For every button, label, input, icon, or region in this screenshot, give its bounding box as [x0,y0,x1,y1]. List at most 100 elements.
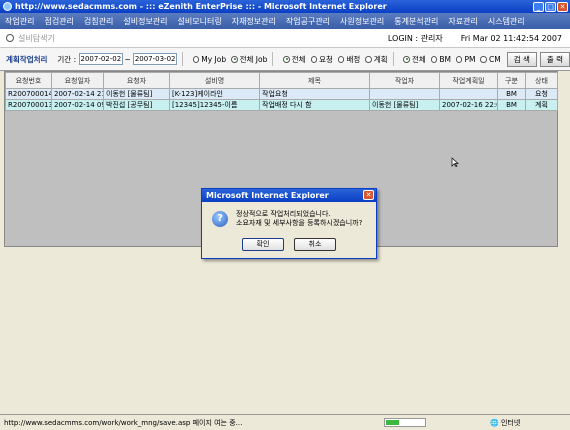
internet-zone: 🌐 인터넷 [486,418,570,428]
cancel-button[interactable]: 취소 [294,238,336,251]
print-button[interactable]: 출 력 [539,51,570,67]
status-url: http://www.sedacmms.com/work/work_mng/sa… [4,418,243,427]
menu-item[interactable]: 통계분석관리 [389,16,443,27]
radio-status-assign[interactable] [337,55,345,63]
table-cell: BM [497,88,526,100]
maximize-icon[interactable]: □ [545,1,556,12]
menu-item[interactable]: 자료관리 [443,16,482,27]
menu-item[interactable]: 점검관리 [39,16,78,27]
equipment-explorer-input[interactable]: 설비탐색기 [18,33,388,44]
column-header[interactable]: 작업계획일 [439,72,498,89]
table-cell: 계획 [525,99,558,111]
dialog-title: Microsoft Internet Explorer ✕ [202,189,376,202]
column-header[interactable]: 상태 [525,72,558,89]
dialog-message-line: 정상적으로 작업처리되었습니다. [236,210,331,218]
menu-item[interactable]: 설비정보관리 [118,16,172,27]
table-cell: 이동헌 [물류팀] [369,99,440,111]
ok-button[interactable]: 확인 [242,238,284,251]
radio-type-cm[interactable] [480,55,487,63]
loading-progress [384,418,426,427]
status-bar: http://www.sedacmms.com/work/work_mng/sa… [0,414,570,430]
search-row: 설비탐색기 LOGIN : 관리자 Fri Mar 02 11:42:54 20… [0,29,570,48]
radio-label: 전체 Job [239,54,268,64]
date-to-input[interactable]: 2007-03-02 [132,53,177,65]
login-info: LOGIN : 관리자 [387,33,443,43]
dialog-message: 정상적으로 작업처리되었습니다. 소요자재 및 세부사항을 등록하시겠습니까? [236,210,362,228]
page-title[interactable]: 계획작업처리 [6,54,47,65]
search-icon[interactable] [6,34,14,42]
radio-label: 배정 [346,54,361,64]
radio-type-bm[interactable] [430,55,438,63]
window-titlebar: http://www.sedacmms.com - ::: eZenith En… [0,0,570,13]
minimize-icon[interactable]: _ [533,1,544,12]
menu-item[interactable]: 시스템관리 [483,16,530,27]
table-cell: 요청 [525,88,558,100]
window-controls: _ □ ✕ [533,1,568,12]
globe-icon: 🌐 [490,418,499,427]
table-cell [439,88,498,100]
table-cell: 박진섭 [공무팀] [103,99,170,111]
zone-label: 인터넷 [500,418,521,427]
divider [272,52,274,66]
column-header[interactable]: 요청번호 [5,72,52,89]
filter-bar: 계획작업처리 기간 : 2007-02-02 ~ 2007-03-02 My J… [0,48,570,71]
mouse-cursor-icon [451,157,459,167]
close-icon[interactable]: ✕ [363,190,374,200]
column-header[interactable]: 요청일자 [51,72,104,89]
radio-all-job[interactable] [231,55,238,63]
window-title: http://www.sedacmms.com - ::: eZenith En… [15,2,387,11]
menu-item[interactable]: 사원정보관리 [335,16,389,27]
current-datetime: Fri Mar 02 11:42:54 2007 [460,33,562,43]
radio-status-all[interactable] [283,55,290,63]
search-button[interactable]: 검 색 [506,51,537,67]
table-cell [369,88,440,100]
radio-label: BM [439,54,451,64]
dialog-title-text: Microsoft Internet Explorer [206,191,329,200]
radio-status-request[interactable] [310,55,318,63]
column-header[interactable]: 설비명 [169,72,260,89]
table-header: 요청번호 요청일자 요청자 설비명 제목 작업자 작업계획일 구분 상태 [5,72,558,89]
radio-type-pm[interactable] [455,55,463,63]
table-cell: 작업배정 다시 함 [259,99,370,111]
menu-item[interactable]: 설비모니터링 [173,16,227,27]
period-label: 기간 : [57,54,77,64]
radio-label: 요청 [319,54,333,64]
menu-item[interactable]: 자재정보관리 [227,16,281,27]
column-header[interactable]: 제목 [259,72,370,89]
menu-bar: 작업관리 점검관리 검침관리 설비정보관리 설비모니터링 자재정보관리 작업공구… [0,13,570,29]
column-header[interactable]: 구분 [497,72,526,89]
table-cell: 2007-02-14 09:52 [51,99,104,111]
radio-label: 계획 [373,54,388,64]
radio-label: My Job [201,54,227,64]
table-cell: 2007-02-16 22:00 [439,99,498,111]
table-row[interactable]: R200700014 2007-02-14 21:29 이동헌 [물류팀] [K… [5,88,558,100]
table-row[interactable]: R200700013 2007-02-14 09:52 박진섭 [공무팀] [1… [5,99,558,111]
table-cell: 작업요청 [259,88,370,100]
table-cell: 이동헌 [물류팀] [103,88,170,100]
radio-my-job[interactable] [192,55,200,63]
close-icon[interactable]: ✕ [557,1,568,12]
menu-item[interactable]: 작업공구관리 [281,16,335,27]
menu-item[interactable]: 작업관리 [0,16,39,27]
radio-type-all[interactable] [403,55,410,63]
column-header[interactable]: 작업자 [369,72,440,89]
divider [181,52,183,66]
question-icon: ? [212,211,228,227]
table-cell: [K-123]케이라인 [169,88,260,100]
loading-progress-fill [386,420,399,425]
table-cell: R200700013 [5,99,52,111]
confirm-dialog: Microsoft Internet Explorer ✕ ? 정상적으로 작업… [201,188,377,259]
table-cell: BM [497,99,526,111]
dialog-message-line: 소요자재 및 세부사항을 등록하시겠습니까? [236,219,363,227]
date-from-input[interactable]: 2007-02-02 [78,53,123,65]
radio-label: PM [464,54,476,64]
menu-item[interactable]: 검침관리 [79,16,118,27]
table-cell: [12345]12345-이름 [169,99,260,111]
radio-label: 전체 [412,54,426,64]
divider [392,52,394,66]
radio-label: CM [488,54,501,64]
radio-status-plan[interactable] [365,55,372,63]
table-cell: 2007-02-14 21:29 [51,88,104,100]
tilde-label: ~ [124,54,131,64]
column-header[interactable]: 요청자 [103,72,170,89]
